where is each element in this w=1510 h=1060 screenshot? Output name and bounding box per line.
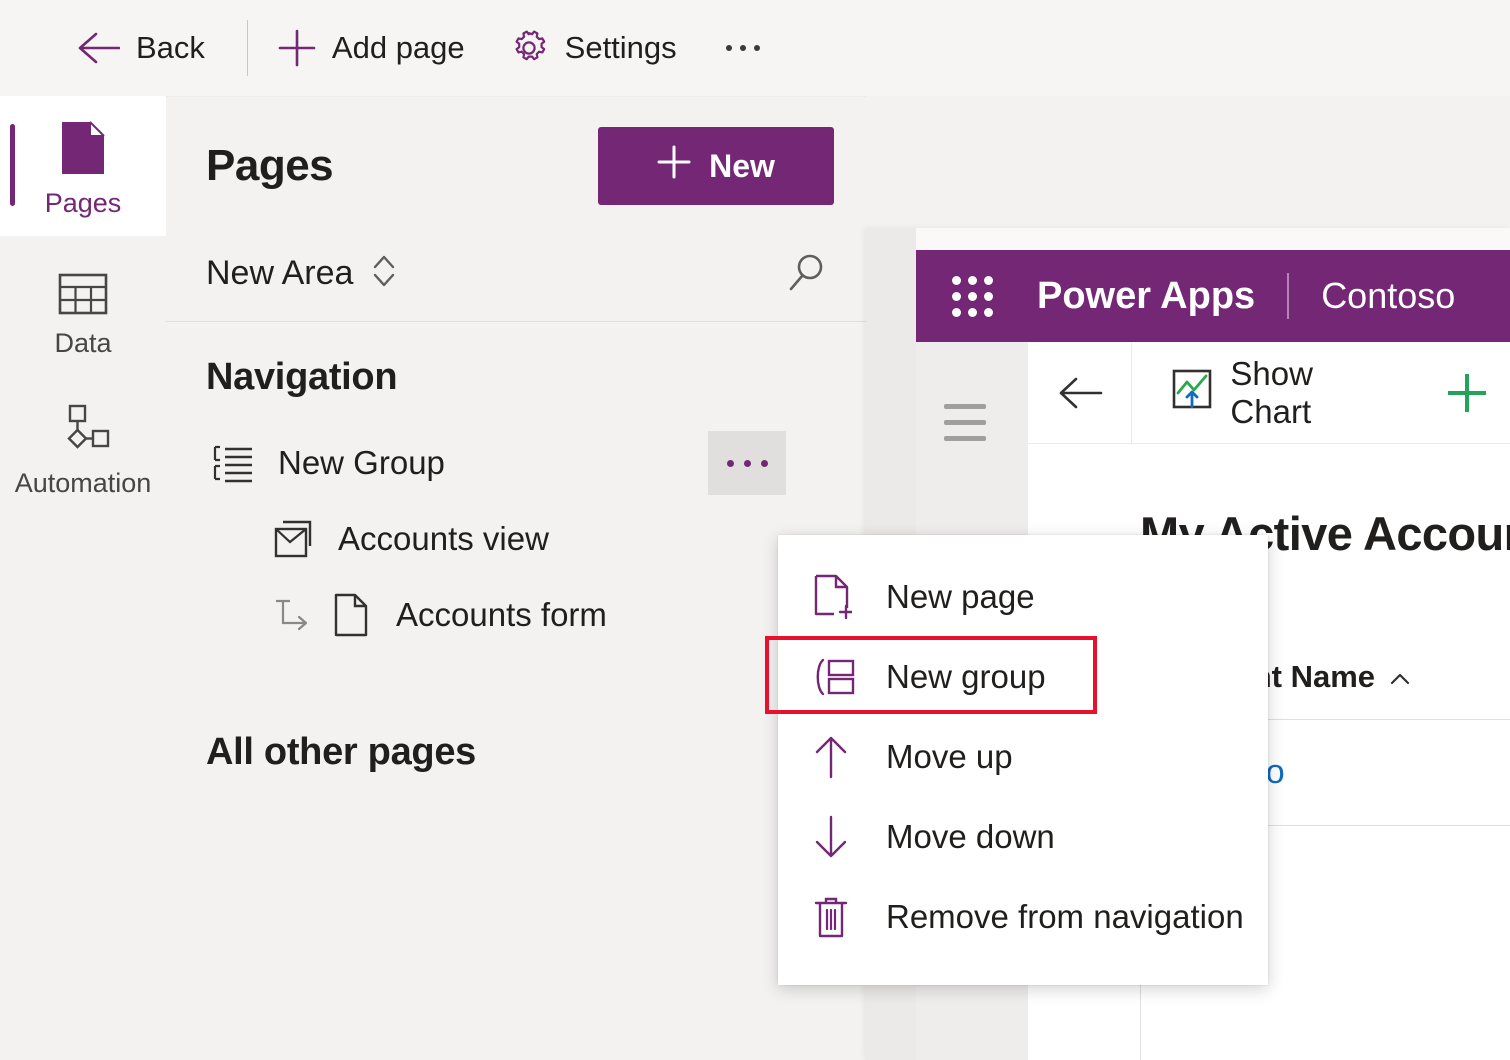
navigation-section-title: Navigation	[206, 356, 398, 398]
toolbar-divider	[246, 20, 248, 76]
app-launcher-icon[interactable]	[952, 275, 993, 317]
hamburger-icon[interactable]	[944, 404, 986, 452]
group-list-icon	[204, 443, 262, 483]
ellipsis-icon	[753, 45, 760, 51]
add-page-label: Add page	[331, 30, 465, 65]
context-menu-item-remove-from-navigation[interactable]: Remove from navigation	[778, 877, 1268, 957]
back-label: Back	[136, 30, 205, 65]
chevron-up-icon	[1389, 659, 1411, 695]
context-menu-item-move-up[interactable]: Move up	[778, 717, 1268, 797]
ellipsis-icon	[726, 459, 734, 467]
new-record-button[interactable]	[1423, 342, 1510, 443]
context-menu-item-label: New page	[886, 578, 1035, 615]
nav-tree-item-label: New Group	[278, 444, 445, 481]
pages-panel-header: Pages New	[166, 97, 866, 205]
all-other-pages-title: All other pages	[206, 731, 476, 773]
trash-icon	[812, 894, 868, 940]
area-selector-row: New Area	[166, 205, 866, 305]
rail-item-pages[interactable]: Pages	[0, 96, 166, 236]
add-page-button[interactable]: Add page	[264, 20, 479, 76]
rail-item-label: Data	[54, 327, 112, 358]
rail-item-label: Pages	[44, 187, 122, 218]
preview-back-button[interactable]	[1028, 342, 1133, 443]
page-title: Pages	[206, 141, 334, 190]
nav-tree-item-accounts-form[interactable]: Accounts form	[166, 577, 866, 653]
pages-panel: Pages New New Area Navigation New Group …	[166, 96, 866, 1060]
new-page-button[interactable]: New	[598, 127, 834, 205]
search-icon[interactable]	[786, 251, 830, 295]
gear-icon	[509, 28, 549, 68]
environment-label: Contoso	[1321, 275, 1456, 316]
context-menu-item-label: Remove from navigation	[886, 898, 1244, 935]
plus-icon	[278, 29, 316, 67]
ellipsis-icon	[743, 459, 751, 467]
header-divider	[1287, 273, 1290, 319]
app-root: Back Add page Settings Pages Data Automa…	[0, 0, 1510, 1060]
rail-item-label: Automation	[14, 467, 152, 498]
ellipsis-icon	[739, 45, 746, 51]
settings-button[interactable]: Settings	[495, 20, 691, 76]
settings-label: Settings	[564, 30, 677, 65]
nav-item-more-button[interactable]	[708, 431, 786, 495]
view-icon	[264, 518, 322, 560]
context-menu-item-label: Move down	[886, 818, 1055, 855]
navigation-tree: New Group Accounts view Accounts form	[166, 425, 866, 653]
arrow-down-icon	[812, 814, 868, 860]
plus-icon	[657, 145, 691, 187]
context-menu-item-move-down[interactable]: Move down	[778, 797, 1268, 877]
toolbar-overflow-button[interactable]	[713, 20, 773, 76]
rail-item-automation[interactable]: Automation	[0, 376, 166, 516]
nav-tree-item-new-group[interactable]: New Group	[166, 425, 866, 501]
context-menu-item-new-page[interactable]: New page	[778, 557, 1268, 637]
nav-tree-item-label: Accounts view	[338, 520, 549, 557]
show-chart-label: Show Chart	[1230, 354, 1313, 430]
nav-tree-item-accounts-view[interactable]: Accounts view	[166, 501, 866, 577]
arrow-up-icon	[812, 734, 868, 780]
area-selector[interactable]: New Area	[206, 251, 397, 296]
ellipsis-icon	[760, 459, 768, 467]
arrow-left-icon	[76, 31, 120, 65]
context-menu-item-new-group[interactable]: New group	[778, 637, 1268, 717]
context-menu: New page New group Move up Move down Rem…	[778, 535, 1268, 985]
form-page-icon	[322, 593, 380, 637]
power-apps-header: Power Apps Contoso	[916, 250, 1510, 342]
area-name: New Area	[206, 253, 354, 292]
context-menu-item-label: Move up	[886, 738, 1013, 775]
new-group-icon	[812, 656, 868, 698]
new-button-label: New	[709, 147, 775, 184]
left-rail: Pages Data Automation	[0, 96, 166, 1060]
table-icon	[58, 254, 108, 316]
ellipsis-icon	[725, 45, 732, 51]
new-page-icon	[812, 574, 868, 620]
preview-command-bar: Show Chart	[1028, 342, 1510, 444]
nav-tree-item-label: Accounts form	[396, 596, 607, 633]
chevron-updown-icon	[371, 251, 397, 296]
top-command-bar: Back Add page Settings	[0, 0, 1510, 96]
flow-icon	[56, 394, 110, 456]
back-button[interactable]: Back	[62, 20, 219, 76]
branch-arrow-icon	[264, 597, 322, 633]
brand-label: Power Apps	[1037, 274, 1256, 317]
chart-icon	[1170, 367, 1214, 419]
context-menu-item-label: New group	[886, 658, 1046, 695]
page-icon	[60, 114, 106, 176]
show-chart-button[interactable]: Show Chart	[1132, 342, 1423, 443]
rail-item-data[interactable]: Data	[0, 236, 166, 376]
